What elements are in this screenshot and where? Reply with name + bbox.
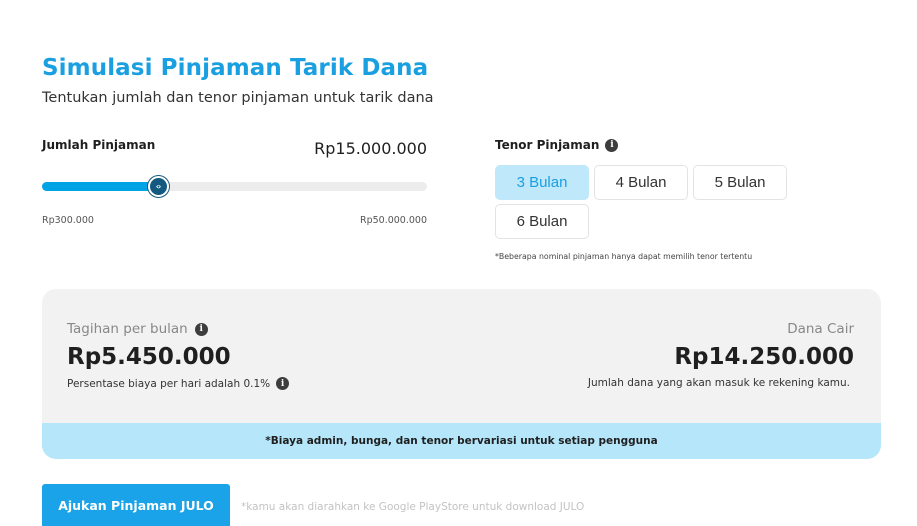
tenor-label-text: Tenor Pinjaman <box>495 138 600 152</box>
slider-max-label: Rp50.000.000 <box>359 215 427 226</box>
tenor-pinjaman-label: Tenor Pinjaman i <box>495 138 619 152</box>
tenor-option-5-bulan[interactable]: 5 Bulan <box>693 165 787 200</box>
info-icon[interactable]: i <box>194 322 208 336</box>
persentase-note: Persentase biaya per hari adalah 0.1% i <box>67 377 290 390</box>
tenor-option-4-bulan[interactable]: 4 Bulan <box>594 165 688 200</box>
page-title: Simulasi Pinjaman Tarik Dana <box>42 55 429 81</box>
persentase-text: Persentase biaya per hari adalah 0.1% <box>67 377 271 390</box>
summary-card: Tagihan per bulan i Rp5.450.000 Persenta… <box>42 289 881 459</box>
slider-thumb[interactable]: ‹› <box>147 176 169 197</box>
slider-min-label: Rp300.000 <box>42 215 94 226</box>
tenor-option-6-bulan[interactable]: 6 Bulan <box>495 204 589 239</box>
playstore-redirect-note: *kamu akan diarahkan ke Google PlayStore… <box>241 501 585 513</box>
slider-fill <box>42 182 158 191</box>
tenor-option-3-bulan[interactable]: 3 Bulan <box>495 165 589 200</box>
loan-amount-slider[interactable]: ‹› <box>42 176 427 197</box>
jumlah-pinjaman-label: Jumlah Pinjaman <box>42 138 156 152</box>
tenor-note: *Beberapa nominal pinjaman hanya dapat m… <box>495 252 753 261</box>
tagihan-label: Tagihan per bulan i <box>67 321 208 337</box>
jumlah-pinjaman-value: Rp15.000.000 <box>314 139 427 158</box>
apply-loan-button[interactable]: Ajukan Pinjaman JULO <box>42 484 230 526</box>
page-subtitle: Tentukan jumlah dan tenor pinjaman untuk… <box>42 90 434 106</box>
slider-arrows-icon: ‹› <box>155 182 162 191</box>
dana-cair-note: Jumlah dana yang akan masuk ke rekening … <box>587 377 850 389</box>
tagihan-label-text: Tagihan per bulan <box>67 321 188 337</box>
info-icon[interactable]: i <box>276 377 290 390</box>
dana-cair-value: Rp14.250.000 <box>674 344 854 370</box>
tagihan-value: Rp5.450.000 <box>67 344 231 370</box>
info-icon[interactable]: i <box>605 138 619 152</box>
disclaimer-bar: *Biaya admin, bunga, dan tenor bervarias… <box>42 423 881 459</box>
dana-cair-label: Dana Cair <box>787 321 854 337</box>
